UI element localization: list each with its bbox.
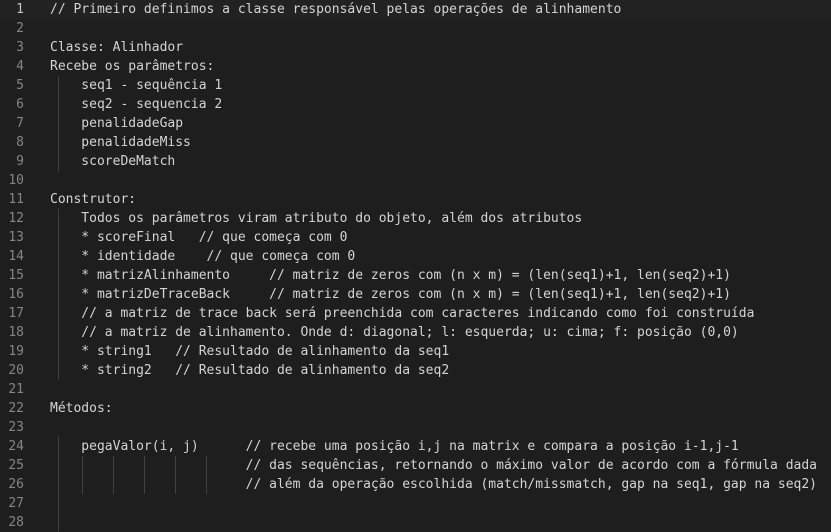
code-line[interactable]: 23	[0, 418, 831, 437]
line-number: 9	[16, 154, 24, 169]
code-line[interactable]: 5 seq1 - sequência 1	[0, 76, 831, 95]
code-text[interactable]: * matrizAlinhamento // matriz de zeros c…	[50, 266, 731, 285]
code-line[interactable]: 26 // além da operação escolhida (match/…	[0, 475, 831, 494]
code-text[interactable]: * string2 // Resultado de alinhamento da…	[50, 361, 449, 380]
code-text[interactable]: pegaValor(i, j) // recebe uma posição i,…	[50, 437, 738, 456]
code-line[interactable]: 18 // a matriz de alinhamento. Onde d: d…	[0, 323, 831, 342]
code-line[interactable]: 10	[0, 171, 831, 190]
line-number: 4	[16, 59, 24, 74]
line-number: 23	[8, 420, 24, 435]
code-line[interactable]: 1 // Primeiro definimos a classe responsá…	[0, 0, 831, 19]
code-line[interactable]: 15 * matrizAlinhamento // matriz de zero…	[0, 266, 831, 285]
code-text[interactable]: // a matriz de trace back será preenchid…	[50, 304, 754, 323]
code-text[interactable]: Construtor:	[50, 190, 136, 209]
code-text[interactable]: Recebe os parâmetros:	[50, 57, 214, 76]
code-line[interactable]: 9 scoreDeMatch	[0, 152, 831, 171]
line-number: 14	[8, 249, 24, 264]
code-line[interactable]: 25 // das sequências, retornando o máxim…	[0, 456, 831, 475]
code-text[interactable]: Todos os parâmetros viram atributo do ob…	[50, 209, 582, 228]
code-line[interactable]: 20 * string2 // Resultado de alinhamento…	[0, 361, 831, 380]
code-line[interactable]: 17 // a matriz de trace back será preenc…	[0, 304, 831, 323]
code-line[interactable]: 27	[0, 494, 831, 513]
code-text[interactable]: seq2 - sequencia 2	[50, 95, 222, 114]
line-number: 10	[8, 173, 24, 188]
code-line[interactable]: 8 penalidadeMiss	[0, 133, 831, 152]
line-number: 20	[8, 363, 24, 378]
code-text[interactable]: // das sequências, retornando o máximo v…	[50, 456, 817, 475]
line-number: 15	[8, 268, 24, 283]
code-text[interactable]: Métodos:	[50, 399, 113, 418]
code-line[interactable]: 3 Classe: Alinhador	[0, 38, 831, 57]
code-line[interactable]: 13 * scoreFinal // que começa com 0	[0, 228, 831, 247]
code-line[interactable]: 19 * string1 // Resultado de alinhamento…	[0, 342, 831, 361]
code-line[interactable]: 28	[0, 513, 831, 532]
code-text[interactable]: penalidadeMiss	[50, 133, 191, 152]
code-line[interactable]: 14 * identidade // que começa com 0	[0, 247, 831, 266]
code-line[interactable]: 2	[0, 19, 831, 38]
code-line[interactable]: 7 penalidadeGap	[0, 114, 831, 133]
line-number: 16	[8, 287, 24, 302]
code-text[interactable]: Classe: Alinhador	[50, 38, 183, 57]
line-number: 17	[8, 306, 24, 321]
line-number: 26	[8, 477, 24, 492]
code-editor[interactable]: 1 // Primeiro definimos a classe responsá…	[0, 0, 831, 531]
line-number: 18	[8, 325, 24, 340]
code-text[interactable]: // além da operação escolhida (match/mis…	[50, 475, 817, 494]
line-number: 24	[8, 439, 24, 454]
code-text[interactable]: penalidadeGap	[50, 114, 183, 133]
line-number: 25	[8, 458, 24, 473]
code-line[interactable]: 22 Métodos:	[0, 399, 831, 418]
code-line[interactable]: 6 seq2 - sequencia 2	[0, 95, 831, 114]
line-number: 27	[8, 496, 24, 511]
line-number: 21	[8, 382, 24, 397]
code-text[interactable]: scoreDeMatch	[50, 152, 175, 171]
line-number: 7	[16, 116, 24, 131]
line-number: 11	[8, 192, 24, 207]
line-number: 22	[8, 401, 24, 416]
code-text[interactable]: // Primeiro definimos a classe responsáv…	[50, 0, 621, 19]
line-number: 19	[8, 344, 24, 359]
code-line[interactable]: 4 Recebe os parâmetros:	[0, 57, 831, 76]
code-text[interactable]: // a matriz de alinhamento. Onde d: diag…	[50, 323, 738, 342]
code-text[interactable]: * matrizDeTraceBack // matriz de zeros c…	[50, 285, 731, 304]
line-number: 3	[16, 40, 24, 55]
code-lines[interactable]: 1 // Primeiro definimos a classe responsá…	[0, 0, 831, 532]
line-number: 6	[16, 97, 24, 112]
line-number: 5	[16, 78, 24, 93]
code-line[interactable]: 12 Todos os parâmetros viram atributo do…	[0, 209, 831, 228]
line-number: 12	[8, 211, 24, 226]
code-text[interactable]: * identidade // que começa com 0	[50, 247, 355, 266]
code-line[interactable]: 11 Construtor:	[0, 190, 831, 209]
line-number: 28	[8, 515, 24, 530]
line-number: 8	[16, 135, 24, 150]
line-number: 1	[16, 2, 24, 17]
code-text[interactable]: * string1 // Resultado de alinhamento da…	[50, 342, 449, 361]
code-line[interactable]: 16 * matrizDeTraceBack // matriz de zero…	[0, 285, 831, 304]
line-number: 13	[8, 230, 24, 245]
code-text[interactable]: seq1 - sequência 1	[50, 76, 222, 95]
code-line[interactable]: 21	[0, 380, 831, 399]
code-line[interactable]: 24 pegaValor(i, j) // recebe uma posição…	[0, 437, 831, 456]
line-number: 2	[16, 21, 24, 36]
code-text[interactable]: * scoreFinal // que começa com 0	[50, 228, 347, 247]
